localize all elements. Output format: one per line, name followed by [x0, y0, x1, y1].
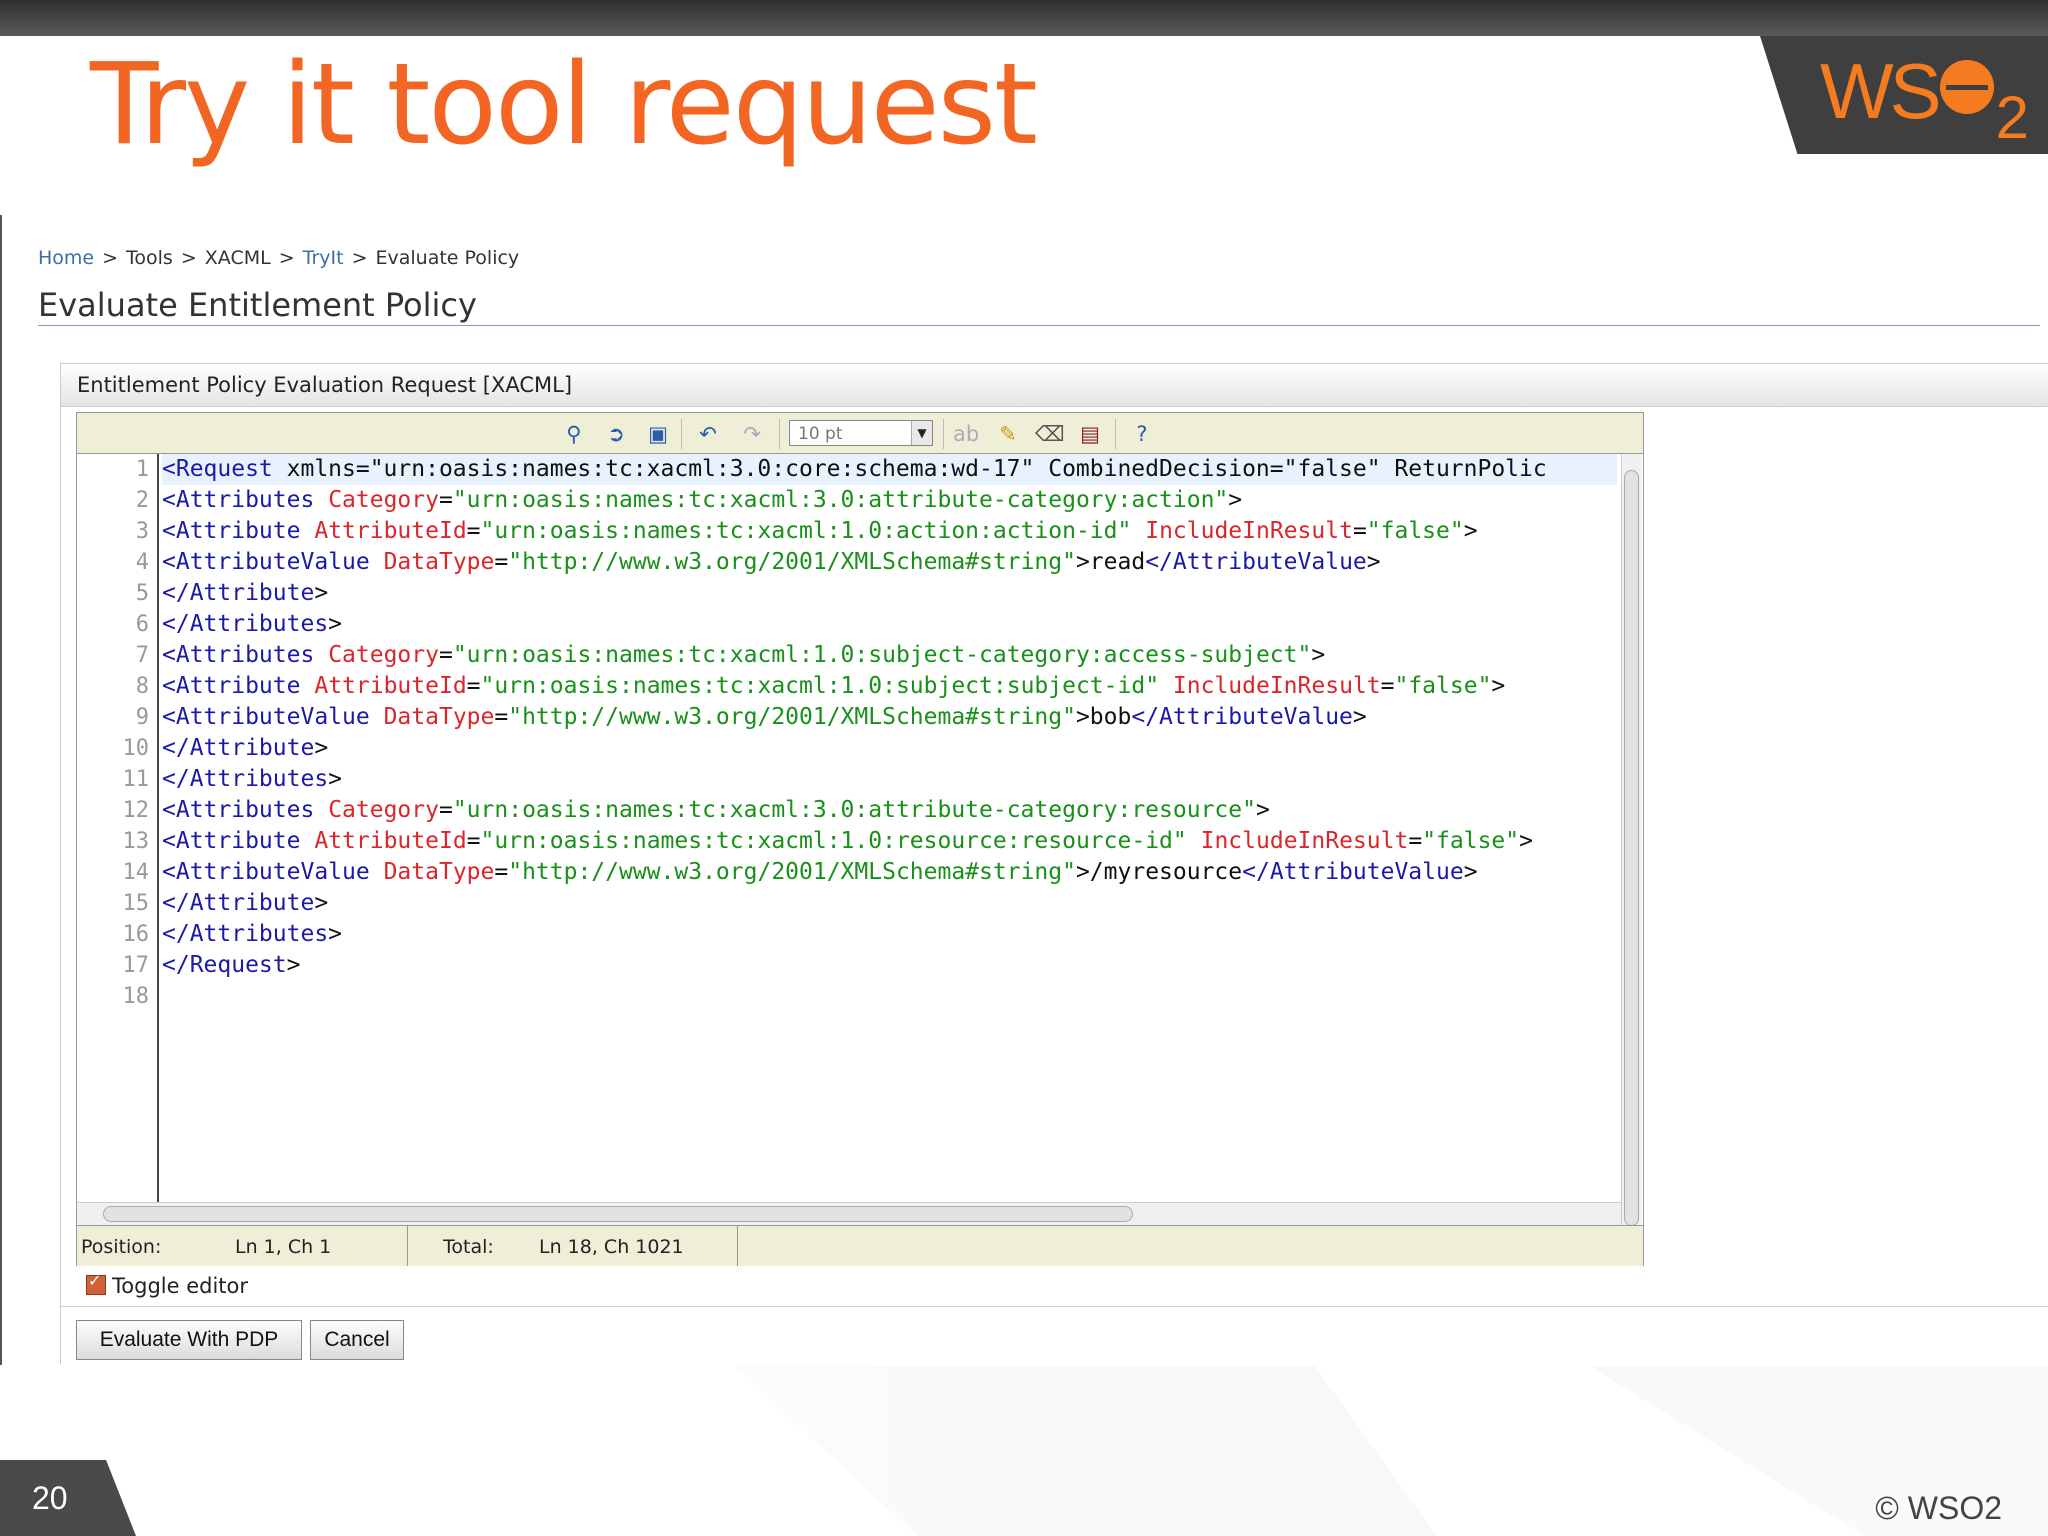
highlight-icon[interactable]: ✎ — [995, 421, 1021, 447]
line-number: 2 — [135, 488, 149, 513]
code-line: <Attribute AttributeId="urn:oasis:names:… — [162, 828, 1533, 854]
code-line: <AttributeValue DataType="http://www.w3.… — [162, 704, 1367, 730]
code-line: <Attribute AttributeId="urn:oasis:names:… — [162, 518, 1478, 544]
find-icon[interactable]: ⚲ — [561, 421, 587, 447]
editor-toolbar: ⚲ ➲ ▣ ↶ ↷ 10 pt ▼ ab ✎ ⌫ ▤ ? — [77, 413, 1643, 454]
cancel-button[interactable]: Cancel — [310, 1320, 404, 1360]
toggle-editor-label: Toggle editor — [112, 1274, 248, 1298]
panel-header: Entitlement Policy Evaluation Request [X… — [61, 364, 2048, 407]
code-line: <Attributes Category="urn:oasis:names:tc… — [162, 487, 1243, 513]
breadcrumb-xacml: XACML — [204, 247, 271, 269]
vertical-scrollbar[interactable] — [1621, 454, 1642, 1244]
total-label: Total: — [443, 1236, 494, 1258]
chevron-down-icon: ▼ — [911, 421, 932, 445]
screenshot-left-border — [0, 215, 2, 1365]
line-number: 17 — [122, 953, 150, 978]
evaluate-with-pdp-button[interactable]: Evaluate With PDP — [76, 1320, 302, 1360]
line-number: 3 — [135, 519, 149, 544]
line-number: 10 — [122, 736, 150, 761]
goto-icon[interactable]: ➲ — [603, 421, 629, 447]
code-line: </Attribute> — [162, 890, 329, 916]
panel-title: Entitlement Policy Evaluation Request [X… — [77, 373, 573, 397]
slide-number-tab: 20 — [0, 1460, 136, 1536]
line-number-gutter: 1 2 3 4 5 6 7 8 9 10 11 12 13 14 15 16 17 18 — [77, 454, 159, 1244]
font-size-select[interactable]: 10 pt ▼ — [789, 420, 933, 446]
code-line: </Attribute> — [162, 735, 329, 761]
code-line: <Attributes Category="urn:oasis:names:tc… — [162, 642, 1326, 668]
code-line: </Attributes> — [162, 766, 343, 792]
slide-title: Try it tool request — [90, 40, 1038, 170]
line-number: 12 — [122, 798, 150, 823]
heading-divider — [38, 325, 2040, 326]
code-line: </Request> — [162, 952, 301, 978]
horizontal-scroll-thumb[interactable] — [103, 1206, 1133, 1222]
line-number: 1 — [135, 457, 149, 482]
line-number: 7 — [135, 643, 149, 668]
code-line: <AttributeValue DataType="http://www.w3.… — [162, 549, 1381, 575]
code-line: <AttributeValue DataType="http://www.w3.… — [162, 859, 1478, 885]
undo-icon[interactable]: ↶ — [695, 421, 721, 447]
redo-icon[interactable]: ↷ — [739, 421, 765, 447]
slide-top-bar — [0, 0, 2048, 36]
toggle-editor[interactable]: Toggle editor — [86, 1271, 248, 1298]
breadcrumb-evaluate-policy: Evaluate Policy — [375, 247, 520, 269]
logo-o-icon — [1939, 60, 1994, 115]
line-number: 11 — [122, 767, 150, 792]
line-number: 9 — [135, 705, 149, 730]
word-wrap-icon[interactable]: ▤ — [1077, 421, 1103, 447]
total-value: Ln 18, Ch 1021 — [539, 1236, 684, 1258]
line-number: 8 — [135, 674, 149, 699]
page-title: Evaluate Entitlement Policy — [38, 286, 477, 324]
code-line: <Request xmlns="urn:oasis:names:tc:xacml… — [162, 454, 1617, 485]
code-line: </Attribute> — [162, 580, 329, 606]
line-number: 14 — [122, 860, 150, 885]
horizontal-scrollbar[interactable] — [77, 1202, 1621, 1225]
toggle-editor-checkbox[interactable] — [86, 1271, 106, 1295]
breadcrumb-tools: Tools — [126, 247, 173, 269]
wso2-logo: WS 2 — [1820, 47, 2029, 151]
position-label: Position: — [81, 1236, 162, 1258]
line-number: 4 — [135, 550, 149, 575]
xml-editor[interactable]: ⚲ ➲ ▣ ↶ ↷ 10 pt ▼ ab ✎ ⌫ ▤ ? 1 2 3 4 5 6 7 8 9 10 1… — [76, 412, 1644, 1266]
line-number: 18 — [122, 984, 150, 1009]
line-number: 6 — [135, 612, 149, 637]
breadcrumb: Home > Tools > XACML > TryIt > Evaluate Policy — [38, 247, 520, 269]
copyright: © WSO2 — [1875, 1490, 2002, 1526]
editor-status-bar: Position: Ln 1, Ch 1 Total: Ln 18, Ch 10… — [77, 1225, 1643, 1266]
line-number: 16 — [122, 922, 150, 947]
button-divider — [61, 1306, 2048, 1307]
wso2-logo-tab: WS 2 — [1760, 36, 2048, 154]
code-line: <Attributes Category="urn:oasis:names:tc… — [162, 797, 1270, 823]
code-line: </Attributes> — [162, 921, 343, 947]
line-number: 5 — [135, 581, 149, 606]
code-line: </Attributes> — [162, 611, 343, 637]
help-icon[interactable]: ? — [1129, 421, 1155, 447]
breadcrumb-tryit[interactable]: TryIt — [303, 247, 344, 269]
breadcrumb-home[interactable]: Home — [38, 247, 94, 269]
vertical-scroll-thumb[interactable] — [1624, 470, 1639, 1226]
reset-icon[interactable]: ⌫ — [1035, 421, 1065, 447]
spellcheck-icon[interactable]: ab — [953, 421, 979, 447]
wso2-watermark — [520, 1366, 2048, 1536]
code-line: <Attribute AttributeId="urn:oasis:names:… — [162, 673, 1506, 699]
line-number: 13 — [122, 829, 150, 854]
code-area[interactable]: <Request xmlns="urn:oasis:names:tc:xacml… — [162, 454, 1617, 1244]
slide-number: 20 — [32, 1480, 68, 1516]
fullscreen-icon[interactable]: ▣ — [645, 421, 671, 447]
position-value: Ln 1, Ch 1 — [235, 1236, 332, 1258]
line-number: 15 — [122, 891, 150, 916]
